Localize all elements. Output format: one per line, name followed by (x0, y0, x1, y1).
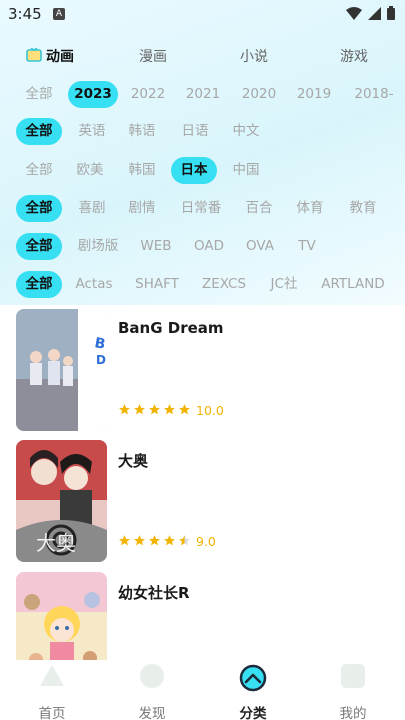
region-chip[interactable]: 全部 (18, 157, 60, 184)
discover-icon (140, 664, 164, 688)
status-bar: 3:45 A (0, 0, 405, 28)
format-chip[interactable]: TV (290, 233, 324, 260)
star-icon (163, 532, 176, 551)
language-chip[interactable]: 韩语 (122, 118, 162, 145)
star-icon (133, 401, 146, 420)
genre-chip[interactable]: 喜剧 (72, 195, 112, 222)
language-chip-selected[interactable]: 全部 (16, 118, 62, 145)
star-icon (133, 532, 146, 551)
studio-chip[interactable]: JC社 (264, 271, 304, 298)
region-chip[interactable]: 欧美 (70, 157, 110, 184)
genre-chip-selected[interactable]: 全部 (16, 195, 62, 222)
profile-icon (341, 664, 365, 688)
tab-novel[interactable]: 小说 (240, 46, 268, 66)
svg-text:D: D (96, 353, 106, 367)
list-item[interactable]: B D BanG Dream 10.0 (16, 309, 396, 431)
list-item[interactable]: 大奥 大奥 9.0 (16, 440, 396, 562)
genre-chip[interactable]: 体育 (290, 195, 330, 222)
studio-chip[interactable]: ZEXCS (198, 271, 250, 298)
category-tabs: 动画 漫画 小说 游戏 (0, 40, 405, 70)
item-title[interactable]: 大奥 (118, 450, 148, 471)
year-chip[interactable]: 全部 (18, 81, 60, 108)
region-chip[interactable]: 中国 (226, 157, 266, 184)
studio-filter-row: 全部 Actas SHAFT ZEXCS JC社 ARTLAND (0, 271, 405, 299)
genre-chip[interactable]: 剧情 (122, 195, 162, 222)
nav-label: 我的 (339, 706, 367, 720)
item-title[interactable]: 幼女社长R (118, 582, 190, 603)
score-text: 9.0 (196, 534, 216, 549)
notification-icon: A (53, 8, 65, 20)
tab-anime[interactable]: 动画 (46, 46, 74, 66)
genre-chip[interactable]: 日常番 (175, 195, 227, 222)
nav-label: 分类 (239, 706, 267, 720)
genre-filter-row: 全部 喜剧 剧情 日常番 百合 体育 教育 (0, 195, 405, 223)
star-icon (148, 401, 161, 420)
score-text: 10.0 (196, 403, 224, 418)
studio-chip[interactable]: SHAFT (130, 271, 184, 298)
language-chip[interactable]: 英语 (72, 118, 112, 145)
star-icon (118, 532, 131, 551)
status-icons (346, 6, 395, 20)
tab-comic[interactable]: 漫画 (139, 46, 167, 66)
nav-home[interactable]: 首页 (12, 660, 92, 720)
region-chip-selected[interactable]: 日本 (171, 157, 217, 184)
item-title[interactable]: BanG Dream (118, 319, 224, 337)
year-chip-selected[interactable]: 2023 (68, 81, 118, 108)
signal-icon (368, 6, 381, 20)
studio-chip[interactable]: ARTLAND (318, 271, 388, 298)
star-icon (148, 532, 161, 551)
tv-icon (26, 48, 42, 62)
rating: 9.0 (118, 532, 216, 551)
battery-icon (387, 6, 395, 20)
studio-chip[interactable]: Actas (72, 271, 116, 298)
cover-image: 大奥 (16, 440, 107, 562)
year-chip[interactable]: 2018- (349, 81, 399, 108)
studio-chip-selected[interactable]: 全部 (16, 271, 62, 298)
genre-chip[interactable]: 百合 (239, 195, 279, 222)
nav-category[interactable]: 分类 (213, 660, 293, 720)
svg-text:大奥: 大奥 (36, 531, 76, 555)
star-icon (178, 401, 191, 420)
nav-label: 首页 (38, 706, 66, 720)
year-chip[interactable]: 2022 (127, 81, 169, 108)
format-chip-selected[interactable]: 全部 (16, 233, 62, 260)
genre-chip[interactable]: 教育 (343, 195, 383, 222)
home-icon (40, 665, 64, 686)
nav-mine[interactable]: 我的 (313, 660, 393, 720)
language-chip[interactable]: 日语 (175, 118, 215, 145)
nav-discover[interactable]: 发现 (112, 660, 192, 720)
half-star-icon (178, 532, 191, 551)
nav-label: 发现 (138, 706, 166, 720)
tab-game[interactable]: 游戏 (340, 46, 368, 66)
star-icon (163, 401, 176, 420)
region-chip[interactable]: 韩国 (122, 157, 162, 184)
format-chip[interactable]: 剧场版 (72, 233, 124, 260)
cover-image: B D (16, 309, 107, 431)
bottom-nav: 首页 发现 分类 我的 (0, 660, 405, 720)
status-time: 3:45 (8, 5, 42, 23)
category-icon (239, 664, 267, 692)
format-chip[interactable]: WEB (136, 233, 176, 260)
star-icon (118, 401, 131, 420)
region-filter-row: 全部 欧美 韩国 日本 中国 (0, 157, 405, 185)
year-filter-row: 全部 2023 2022 2021 2020 2019 2018- (0, 81, 405, 109)
format-chip[interactable]: OAD (189, 233, 229, 260)
format-chip[interactable]: OVA (240, 233, 280, 260)
wifi-icon (346, 6, 362, 20)
year-chip[interactable]: 2019 (293, 81, 335, 108)
format-filter-row: 全部 剧场版 WEB OAD OVA TV (0, 233, 405, 261)
year-chip[interactable]: 2021 (182, 81, 224, 108)
language-filter-row: 全部 英语 韩语 日语 中文 (0, 118, 405, 146)
language-chip[interactable]: 中文 (226, 118, 266, 145)
rating: 10.0 (118, 401, 224, 420)
year-chip[interactable]: 2020 (238, 81, 280, 108)
